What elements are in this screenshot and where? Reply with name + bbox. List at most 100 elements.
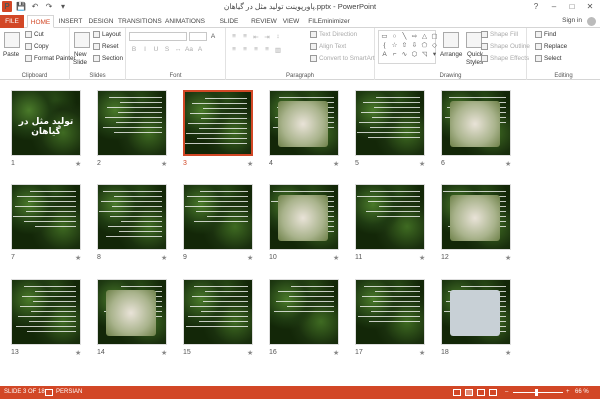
new-slide-icon[interactable]	[74, 32, 90, 48]
grow-font-icon[interactable]: A	[209, 33, 217, 40]
slide-thumbnail[interactable]: تولید مثل در گیاهان	[11, 90, 81, 156]
transition-star-icon[interactable]: ★	[161, 254, 167, 262]
copy-button[interactable]: Copy	[25, 43, 49, 50]
align-right-icon[interactable]: ≡	[252, 46, 260, 54]
slide-thumbnail[interactable]	[97, 279, 167, 345]
slide-thumbnail[interactable]	[183, 279, 253, 345]
tab-review[interactable]: REVIEW	[251, 15, 277, 28]
transition-star-icon[interactable]: ★	[75, 349, 81, 357]
reset-button[interactable]: Reset	[93, 43, 118, 50]
new-slide-button-line2[interactable]: Slide	[73, 59, 87, 66]
transition-star-icon[interactable]: ★	[419, 254, 425, 262]
proofing-icon[interactable]	[45, 389, 53, 396]
format-painter-button[interactable]: Format Painter	[25, 55, 76, 62]
layout-button[interactable]: Layout	[93, 31, 121, 38]
triangle-shape-icon[interactable]: △	[420, 32, 429, 40]
hexagon-shape-icon[interactable]: ⬡	[410, 50, 419, 58]
tab-home[interactable]: HOME	[27, 15, 54, 28]
section-button[interactable]: Section	[93, 55, 123, 62]
bullets-icon[interactable]: ≡	[230, 33, 238, 41]
brace-shape-icon[interactable]: {	[380, 41, 389, 49]
help-icon[interactable]: ?	[528, 0, 544, 13]
align-text-button[interactable]: Align Text	[310, 43, 346, 50]
connector-shape-icon[interactable]: ⌐	[390, 50, 399, 58]
slide-thumbnail[interactable]	[11, 184, 81, 250]
select-button[interactable]: Select	[535, 55, 562, 62]
slide-thumbnail[interactable]	[441, 184, 511, 250]
new-slide-button[interactable]: New	[74, 51, 87, 58]
arrange-button[interactable]: Arrange	[440, 51, 462, 58]
rectangle-shape-icon[interactable]: ▭	[380, 32, 389, 40]
tab-file[interactable]: FILE	[0, 15, 24, 28]
numbering-icon[interactable]: ≡	[241, 33, 249, 41]
tab-animations[interactable]: ANIMATIONS	[163, 15, 207, 28]
slide-thumbnail[interactable]	[97, 184, 167, 250]
maximize-button[interactable]: □	[564, 0, 580, 13]
slide-thumbnail[interactable]	[269, 279, 339, 345]
slide-thumbnail[interactable]	[355, 279, 425, 345]
columns-icon[interactable]: ▥	[274, 46, 282, 54]
convert-smartart-button[interactable]: Convert to SmartArt	[310, 55, 375, 62]
star-shape-icon[interactable]: ☆	[390, 41, 399, 49]
transition-star-icon[interactable]: ★	[333, 349, 339, 357]
zoom-in-button[interactable]: +	[566, 389, 570, 395]
transition-star-icon[interactable]: ★	[247, 254, 253, 262]
tab-transitions[interactable]: TRANSITIONS	[118, 15, 162, 28]
strikethrough-icon[interactable]: S	[163, 46, 171, 53]
zoom-slider[interactable]	[513, 392, 563, 393]
slide-thumbnail[interactable]	[269, 90, 339, 156]
bold-icon[interactable]: B	[130, 46, 138, 53]
arrow-shape-icon[interactable]: ⇨	[410, 32, 419, 40]
slide-thumbnail[interactable]	[441, 279, 511, 345]
transition-star-icon[interactable]: ★	[247, 349, 253, 357]
slide-sorter-view-icon[interactable]	[465, 389, 473, 396]
shapes-gallery[interactable]: ▭ ○ ╲ ⇨ △ ▢ {☆ ⇧ ⇩ ⬠ ◇ A ⌐ ∿ ⬡ ◹ ▾	[378, 30, 439, 64]
underline-icon[interactable]: U	[152, 46, 160, 53]
avatar[interactable]	[587, 17, 596, 26]
transition-star-icon[interactable]: ★	[333, 160, 339, 168]
transition-star-icon[interactable]: ★	[505, 349, 511, 357]
character-spacing-icon[interactable]: ↔	[174, 46, 182, 53]
paste-icon[interactable]	[4, 32, 20, 48]
tab-fileminimizer[interactable]: FILEminimizer	[305, 15, 353, 28]
oval-shape-icon[interactable]: ○	[390, 32, 399, 40]
transition-star-icon[interactable]: ★	[161, 349, 167, 357]
slide-thumbnail[interactable]	[355, 184, 425, 250]
rounded-rect-shape-icon[interactable]: ▢	[430, 32, 439, 40]
arrange-icon[interactable]	[443, 32, 459, 48]
font-color-icon[interactable]: A	[196, 46, 204, 53]
slide-show-view-icon[interactable]	[489, 389, 497, 396]
shape-fill-button[interactable]: Shape Fill	[481, 31, 518, 38]
transition-star-icon[interactable]: ★	[161, 160, 167, 168]
slide-thumbnail[interactable]	[355, 90, 425, 156]
tab-insert[interactable]: INSERT	[57, 15, 84, 28]
transition-star-icon[interactable]: ★	[333, 254, 339, 262]
tab-view[interactable]: VIEW	[280, 15, 302, 28]
line-shape-icon[interactable]: ╲	[400, 32, 409, 40]
font-size-box[interactable]	[189, 32, 207, 41]
up-arrow-shape-icon[interactable]: ⇧	[400, 41, 409, 49]
slide-thumbnail[interactable]	[97, 90, 167, 156]
normal-view-icon[interactable]	[453, 389, 461, 396]
transition-star-icon[interactable]: ★	[75, 160, 81, 168]
transition-star-icon[interactable]: ★	[505, 160, 511, 168]
tab-slide-show[interactable]: SLIDE SHOW	[209, 15, 249, 38]
justify-icon[interactable]: ≡	[263, 46, 271, 54]
quick-styles-icon[interactable]	[466, 32, 482, 48]
transition-star-icon[interactable]: ★	[419, 160, 425, 168]
shape-effects-button[interactable]: Shape Effects	[481, 55, 529, 62]
reading-view-icon[interactable]	[477, 389, 485, 396]
replace-button[interactable]: Replace	[535, 43, 567, 50]
language-status[interactable]: PERSIAN	[56, 389, 82, 395]
curve-shape-icon[interactable]: ∿	[400, 50, 409, 58]
align-center-icon[interactable]: ≡	[241, 46, 249, 54]
paste-button[interactable]: Paste	[3, 51, 19, 58]
change-case-icon[interactable]: Aa	[185, 46, 193, 53]
slide-thumbnail[interactable]	[183, 184, 253, 250]
down-arrow-shape-icon[interactable]: ⇩	[410, 41, 419, 49]
slide-thumbnail[interactable]	[11, 279, 81, 345]
transition-star-icon[interactable]: ★	[505, 254, 511, 262]
transition-star-icon[interactable]: ★	[75, 254, 81, 262]
close-button[interactable]: ✕	[582, 0, 598, 13]
cut-button[interactable]: Cut	[25, 31, 44, 38]
